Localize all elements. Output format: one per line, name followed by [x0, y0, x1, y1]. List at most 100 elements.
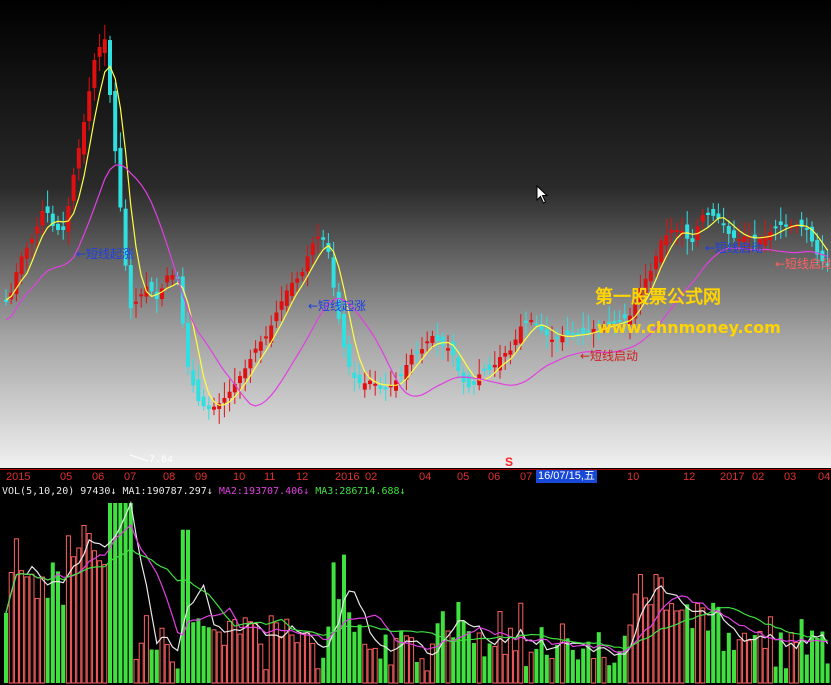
date-tick: 06 — [92, 471, 105, 483]
candle — [352, 372, 357, 378]
volume-bar — [648, 604, 654, 684]
candle — [399, 374, 404, 377]
candle — [435, 335, 440, 342]
volume-bar — [726, 632, 731, 683]
volume-bar — [612, 662, 617, 683]
volume-bar — [180, 529, 185, 683]
volume-bar — [596, 632, 601, 683]
volume-bar — [342, 554, 346, 683]
volume-bar — [476, 632, 482, 684]
vol-legend-title: VOL(5,10,20) — [2, 486, 75, 497]
candle — [40, 211, 45, 226]
volume-bar — [336, 599, 341, 683]
sell-marker: S — [505, 455, 514, 469]
date-tick: 05 — [457, 471, 470, 483]
candle — [222, 398, 227, 403]
volume-bar — [113, 503, 118, 683]
volume-bar — [757, 630, 763, 684]
candle — [191, 370, 196, 386]
volume-bar — [685, 604, 690, 683]
candle — [472, 381, 476, 385]
candle — [414, 351, 419, 354]
candle — [721, 223, 726, 226]
candle — [160, 288, 164, 300]
volume-bar — [108, 503, 112, 683]
candle — [659, 240, 664, 263]
volume-bar — [19, 570, 25, 684]
volume-bar — [86, 533, 92, 684]
volume-bar — [414, 661, 419, 683]
candle — [773, 226, 778, 229]
date-tick: 12 — [296, 471, 309, 483]
volume-bar — [263, 669, 269, 684]
down-arrow-icon: ↓ — [206, 486, 213, 497]
volume-layer — [4, 503, 830, 684]
volume-bar — [315, 668, 321, 684]
volume-bar — [524, 666, 528, 683]
volume-bar — [357, 624, 362, 683]
volume-bar — [762, 647, 768, 684]
volume-legend: VOL(5,10,20) 97430↓ MA1:190787.297↓ MA2:… — [2, 486, 406, 498]
volume-bar — [138, 642, 144, 684]
volume-bar — [221, 644, 227, 684]
candle — [425, 341, 430, 344]
volume-bar — [445, 630, 451, 684]
candle — [570, 332, 575, 335]
volume-bar — [294, 642, 300, 684]
candle — [362, 383, 367, 390]
candle — [139, 294, 144, 297]
volume-bar — [268, 615, 274, 684]
volume-bar — [752, 635, 757, 683]
signal-label: ←短线起涨 — [308, 299, 367, 313]
volume-bar — [247, 621, 253, 684]
volume-bar — [451, 637, 456, 683]
signal-label: ←短线启动 — [580, 349, 639, 363]
candle — [24, 247, 29, 259]
candle — [4, 299, 8, 302]
volume-bar — [347, 612, 352, 683]
date-tick: 06 — [488, 471, 501, 483]
volume-bar — [570, 649, 575, 683]
candle — [451, 341, 456, 356]
volume-bar — [732, 649, 736, 683]
watermark-url: www.chnmoney.com — [597, 318, 781, 337]
volume-bar — [706, 630, 710, 683]
candle — [430, 336, 435, 343]
candle — [778, 221, 783, 225]
volume-bar — [736, 639, 742, 684]
volume-bar — [143, 615, 149, 684]
candle — [102, 39, 107, 53]
candle — [368, 380, 372, 385]
candle — [487, 364, 492, 370]
date-tick: 04 — [419, 471, 432, 483]
candle — [804, 227, 809, 230]
date-tick: 2015 — [6, 471, 31, 483]
date-tick: 02 — [365, 471, 378, 483]
volume-bar — [721, 650, 726, 683]
volume-bar — [747, 640, 753, 684]
volume-bar — [4, 612, 8, 683]
volume-bar — [518, 602, 524, 684]
candle — [586, 330, 591, 333]
volume-bar — [196, 618, 201, 683]
volume-bar — [576, 659, 580, 683]
candle — [128, 265, 133, 309]
volume-bar — [372, 647, 378, 684]
volume-bar — [607, 665, 612, 683]
volume-bar — [690, 628, 695, 683]
low-pointer-line — [129, 454, 149, 462]
volume-bar — [502, 653, 508, 684]
volume-bar — [362, 643, 368, 684]
volume-bar — [34, 597, 40, 684]
candle — [56, 223, 60, 230]
candle — [456, 357, 461, 371]
date-tick: 07 — [520, 471, 533, 483]
volume-bar — [367, 648, 373, 684]
ma1-value: 190787.297 — [146, 486, 207, 497]
candle — [440, 336, 445, 346]
volume-bar — [56, 571, 60, 683]
volume-bar — [658, 577, 664, 684]
chart-canvas — [4, 24, 830, 684]
date-tick: 02 — [752, 471, 765, 483]
candle — [305, 256, 310, 272]
